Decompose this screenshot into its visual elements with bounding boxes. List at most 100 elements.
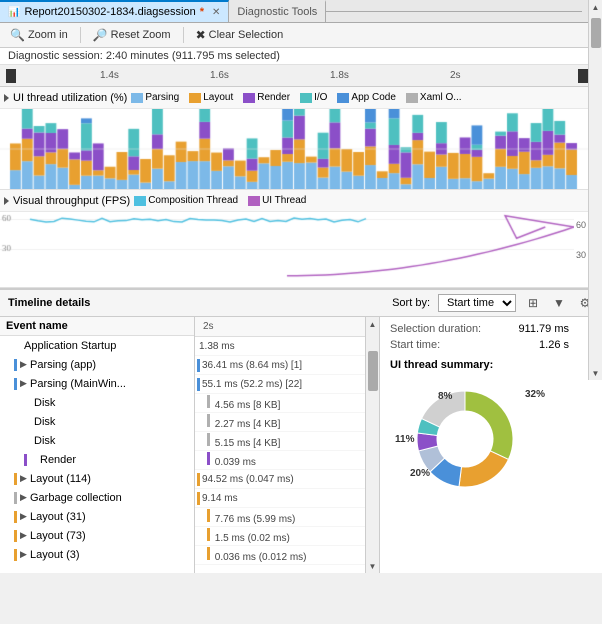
event-label-2: Parsing (MainWin... — [30, 378, 126, 390]
scroll-down-arrow[interactable]: ▼ — [366, 559, 380, 573]
info-panel: Selection duration: 911.79 ms Start time… — [379, 317, 579, 573]
event-row-1[interactable]: ▶ Parsing (app) — [0, 355, 194, 374]
start-time-value: 1.26 s — [539, 339, 569, 351]
bar-color-6 — [207, 452, 210, 465]
bar-row-7: 94.52 ms (0.047 ms) — [195, 470, 365, 489]
event-column-header: Event name — [6, 320, 68, 332]
event-label-9: Layout (31) — [30, 511, 86, 523]
event-row-5[interactable]: Disk — [0, 431, 194, 450]
event-row-9[interactable]: ▶ Layout (31) — [0, 507, 194, 526]
fps-collapse[interactable] — [4, 197, 9, 205]
tab-icon: 📊 — [8, 7, 20, 18]
legend-io: I/O — [300, 92, 327, 103]
reset-zoom-label: Reset Zoom — [111, 29, 171, 41]
bar-indent-6: 0.039 ms — [207, 452, 256, 468]
ruler-1.4s: 1.4s — [100, 70, 119, 81]
filter-icon[interactable]: ▼ — [550, 294, 568, 312]
fps-section: Visual throughput (FPS) Composition Thre… — [0, 190, 602, 288]
sort-label: Sort by: — [392, 297, 430, 309]
tab-diagnostic[interactable]: Diagnostic Tools — [229, 0, 326, 22]
bar-text-10: 1.5 ms (0.02 ms) — [215, 533, 290, 544]
tab-report[interactable]: 📊 Report20150302-1834.diagsession * ✕ — [0, 0, 229, 22]
bar-indicator-10 — [14, 530, 17, 542]
bar-text-5: 5.15 ms [4 KB] — [215, 438, 281, 449]
summary-title: UI thread summary: — [390, 359, 569, 371]
event-label-3: Disk — [34, 397, 55, 409]
donut-label-8: 8% — [438, 391, 452, 402]
bar-color-11 — [207, 547, 210, 560]
main-scroll-thumb[interactable] — [591, 18, 601, 48]
ruler-2s: 2s — [450, 70, 461, 81]
zoom-in-button[interactable]: 🔍 Zoom in — [6, 26, 72, 44]
donut-label-32: 32% — [525, 389, 545, 400]
event-row-4[interactable]: Disk — [0, 412, 194, 431]
ui-thread-chart-body — [0, 109, 602, 189]
ui-thread-section: UI thread utilization (%) Parsing Layout… — [0, 87, 602, 190]
details-scrollbar[interactable]: ▲ ▼ — [365, 317, 379, 573]
event-row-3[interactable]: Disk — [0, 393, 194, 412]
ui-thread-header: UI thread utilization (%) Parsing Layout… — [0, 87, 602, 109]
bar-row-3: 4.56 ms [8 KB] — [195, 394, 365, 413]
event-row-8[interactable]: ▶ Garbage collection — [0, 488, 194, 507]
event-row-11[interactable]: ▶ Layout (3) — [0, 545, 194, 564]
bar-text-6: 0.039 ms — [215, 457, 256, 468]
event-label-11: Layout (3) — [30, 549, 80, 561]
legend-render: Render — [243, 92, 290, 103]
fps-title: Visual throughput (FPS) — [13, 195, 130, 207]
bar-indicator-2 — [14, 378, 17, 390]
main-scroll-up[interactable]: ▲ — [589, 0, 602, 14]
event-list-header: Event name — [0, 317, 194, 336]
legend-parsing: Parsing — [131, 92, 179, 103]
event-row-2[interactable]: ▶ Parsing (MainWin... — [0, 374, 194, 393]
event-label-4: Disk — [34, 416, 55, 428]
info-row-starttime: Start time: 1.26 s — [390, 339, 569, 351]
event-row-10[interactable]: ▶ Layout (73) — [0, 526, 194, 545]
clear-selection-icon: ✖ — [196, 28, 206, 42]
tab-close-icon[interactable]: ✕ — [212, 7, 220, 18]
fps-canvas — [0, 212, 574, 287]
bar-color-10 — [207, 528, 210, 541]
ruler-1.8s: 1.8s — [330, 70, 349, 81]
group-by-icon[interactable]: ⊞ — [524, 294, 542, 312]
timeline-bars-header: 2s — [195, 317, 365, 337]
tab-report-label: Report20150302-1834.diagsession — [24, 6, 195, 18]
ruler-left-handle[interactable] — [6, 69, 16, 83]
main-scroll-down[interactable]: ▼ — [589, 366, 602, 380]
toolbar-separator — [80, 27, 81, 43]
arrow-11: ▶ — [20, 549, 30, 560]
toolbar: 🔍 Zoom in 🔎 Reset Zoom ✖ Clear Selection — [0, 23, 602, 48]
session-info-text: Diagnostic session: 2:40 minutes (911.79… — [8, 50, 280, 62]
zoom-in-label: Zoom in — [28, 29, 68, 41]
comp-thread-swatch — [134, 196, 146, 206]
fps-y-30-right: 30 — [576, 250, 586, 260]
zoom-in-icon: 🔍 — [10, 28, 25, 42]
bar-indicator-11 — [14, 549, 17, 561]
bar-color-7 — [197, 473, 200, 486]
details-header: Timeline details Sort by: Start time Dur… — [0, 290, 602, 317]
event-row-6[interactable]: Render — [0, 450, 194, 469]
bar-row-10: 1.5 ms (0.02 ms) — [195, 527, 365, 546]
event-row-7[interactable]: ▶ Layout (114) — [0, 469, 194, 488]
sort-select[interactable]: Start time Duration Category — [438, 294, 516, 312]
bar-color-4 — [207, 414, 210, 427]
details-body: Event name Application Startup ▶ Parsing… — [0, 317, 602, 573]
ui-thread-collapse[interactable] — [4, 94, 9, 102]
main-scrollbar[interactable]: ▲ ▼ — [588, 0, 602, 380]
selection-duration-label: Selection duration: — [390, 323, 481, 335]
clear-selection-button[interactable]: ✖ Clear Selection — [192, 26, 288, 44]
legend-appcode: App Code — [337, 92, 395, 103]
event-label-8: Garbage collection — [30, 492, 122, 504]
arrow-9: ▶ — [20, 511, 30, 522]
fps-header: Visual throughput (FPS) Composition Thre… — [0, 190, 602, 212]
scroll-thumb[interactable] — [368, 351, 378, 391]
ruler-right-handle[interactable] — [578, 69, 588, 83]
reset-zoom-button[interactable]: 🔎 Reset Zoom — [89, 26, 175, 44]
scroll-up-arrow[interactable]: ▲ — [366, 317, 380, 331]
bar-row-8: 9.14 ms — [195, 489, 365, 508]
bar-text-4: 2.27 ms [4 KB] — [215, 419, 281, 430]
timeline-area: 1.4s 1.6s 1.8s 2s UI thread utilization … — [0, 65, 602, 290]
bar-indicator-6 — [24, 454, 27, 466]
event-row-0[interactable]: Application Startup — [0, 336, 194, 355]
session-info: Diagnostic session: 2:40 minutes (911.79… — [0, 48, 602, 65]
tab-strip: 📊 Report20150302-1834.diagsession * ✕ Di… — [0, 0, 602, 23]
